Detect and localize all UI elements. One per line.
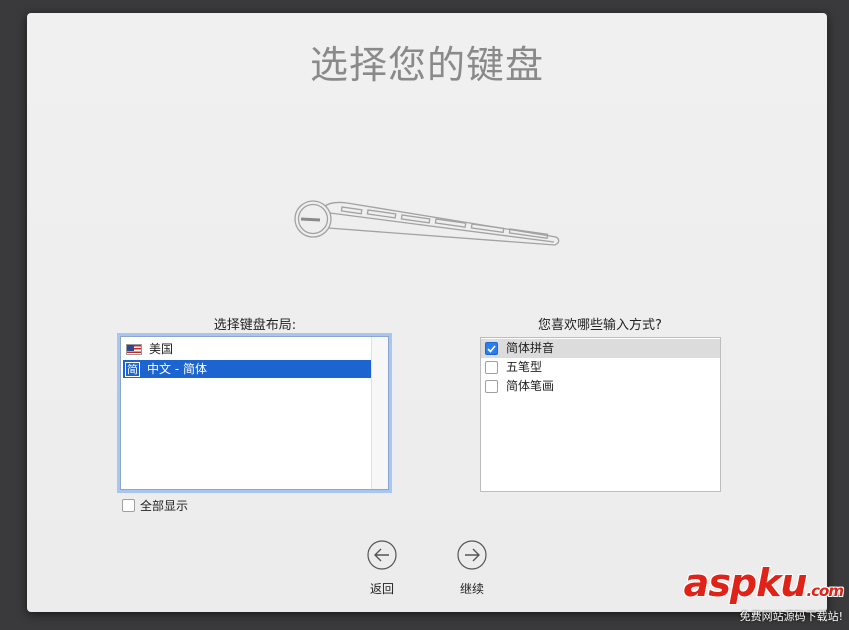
input-method-label: 简体笔画 [506, 379, 555, 393]
input-method-pinyin[interactable]: 简体拼音 [481, 339, 720, 358]
layout-list-scrollbar[interactable] [371, 337, 388, 489]
pinyin-checkbox[interactable] [485, 342, 498, 355]
input-method-label: 五笔型 [506, 360, 543, 374]
continue-button[interactable]: 继续 [442, 540, 502, 597]
back-button[interactable]: 返回 [352, 540, 412, 597]
layout-item-chinese-simplified[interactable]: 简 中文 - 简体 [123, 360, 371, 378]
input-method-label: 简体拼音 [506, 341, 555, 355]
us-flag-icon [126, 343, 142, 355]
input-method-wubi[interactable]: 五笔型 [481, 358, 720, 377]
keyboard-illustration [294, 200, 560, 246]
show-all-option[interactable]: 全部显示 [122, 497, 188, 514]
arrow-left-icon[interactable] [367, 540, 397, 570]
keyboard-layout-list[interactable]: 美国 简 中文 - 简体 [120, 336, 389, 490]
stroke-checkbox[interactable] [485, 380, 498, 393]
input-method-list: 简体拼音 五笔型 简体笔画 [480, 337, 721, 492]
show-all-checkbox[interactable] [122, 499, 135, 512]
continue-label: 继续 [459, 582, 484, 596]
layout-item-label: 美国 [149, 342, 174, 356]
layout-item-us[interactable]: 美国 [123, 340, 371, 358]
setup-assistant-window: 选择您的键盘 选择键盘布局: 美国 简 中文 - 简体 您喜欢哪些输入方式? 简… [27, 13, 827, 612]
back-label: 返回 [369, 582, 394, 596]
checkmark-icon [487, 344, 496, 353]
input-method-stroke[interactable]: 简体笔画 [481, 377, 720, 396]
page-title: 选择您的键盘 [309, 43, 544, 87]
arrow-right-icon[interactable] [457, 540, 487, 570]
wubi-checkbox[interactable] [485, 361, 498, 374]
simplified-chinese-icon: 简 [125, 361, 140, 377]
keyboard-layout-label: 选择键盘布局: [213, 318, 297, 333]
input-method-label: 您喜欢哪些输入方式? [538, 318, 662, 333]
layout-item-label: 中文 - 简体 [147, 362, 207, 376]
show-all-label: 全部显示 [140, 499, 189, 513]
